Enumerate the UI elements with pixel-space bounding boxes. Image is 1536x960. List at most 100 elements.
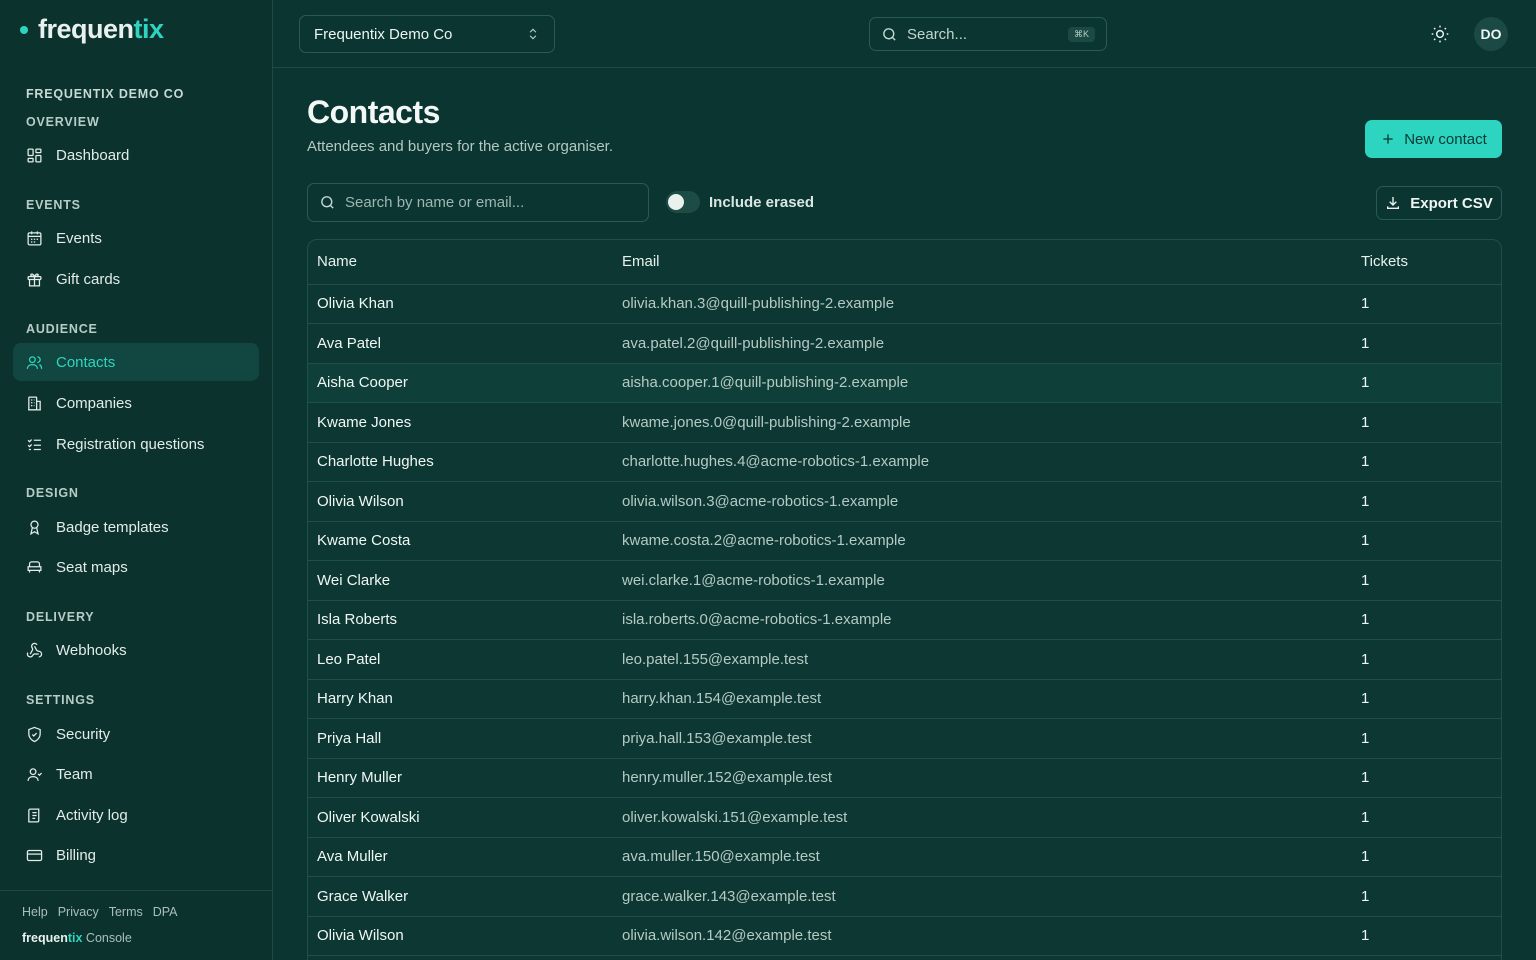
table-row[interactable]: Ava Muller ava.muller.150@example.test 1 — [308, 837, 1501, 877]
org-select-value: Frequentix Demo Co — [314, 25, 453, 43]
sidebar-item-dashboard[interactable]: Dashboard — [13, 136, 259, 174]
table-row[interactable]: Priya Hall priya.hall.153@example.test 1 — [308, 719, 1501, 758]
include-erased-toggle-group: Include erased — [666, 191, 814, 213]
table-row[interactable]: Aisha Cooper aisha.cooper.1@quill-publish… — [308, 363, 1501, 403]
email-cell: olivia.wilson.142@example.test — [622, 927, 832, 945]
table-row[interactable]: Kwame Costa kwame.costa.2@acme-robotics-1… — [308, 521, 1501, 561]
table-row[interactable]: Ava Patel ava.patel.2@quill-publishing-2.… — [308, 324, 1501, 363]
email-cell: charlotte.hughes.4@acme-robotics-1.examp… — [622, 453, 930, 471]
email-cell: aisha.cooper.1@quill-publishing-2.exampl… — [622, 374, 909, 392]
page-title: Contacts — [307, 94, 440, 130]
sun-icon[interactable] — [1430, 24, 1450, 44]
nav-section-delivery: DELIVERY — [26, 610, 95, 624]
sidebar-item-security[interactable]: Security — [13, 715, 259, 753]
sidebar-item-team[interactable]: Team — [13, 755, 259, 793]
name-cell: Oliver Kowalski — [317, 808, 420, 826]
table-row[interactable]: Kwame Jones kwame.jones.0@quill-publishin… — [308, 403, 1501, 442]
sidebar-item-registration-questions[interactable]: Registration questions — [13, 425, 259, 463]
app-logo[interactable]: frequentix — [20, 14, 164, 45]
email-cell: isla.roberts.0@acme-robotics-1.example — [622, 611, 892, 629]
table-row[interactable]: Olivia Wilson olivia.wilson.3@acme-roboti… — [308, 482, 1501, 521]
email-cell: olivia.wilson.3@acme-robotics-1.example — [622, 492, 899, 510]
logo-text: frequentix — [38, 14, 164, 44]
table-row[interactable]: Wei Clarke wei.clarke.1@acme-robotics-1.e… — [308, 561, 1501, 600]
privacy-link[interactable]: Privacy — [58, 905, 99, 919]
sidebar-item-label: Contacts — [56, 353, 116, 371]
table-row[interactable]: Leo Patel leo.patel.155@example.test 1 — [308, 640, 1501, 679]
page-subtitle: Attendees and buyers for the active orga… — [307, 138, 614, 155]
email-cell: kwame.costa.2@acme-robotics-1.example — [622, 532, 906, 550]
table-row[interactable]: Henry Muller henry.muller.152@example.tes… — [308, 758, 1501, 798]
table-row[interactable]: Grace Walker grace.walker.143@example.tes… — [308, 877, 1501, 916]
sidebar-item-label: Registration questions — [56, 435, 205, 453]
contact-search-input[interactable]: Search by name or email... — [307, 183, 649, 222]
new-contact-label: New contact — [1404, 130, 1487, 148]
seat-icon — [27, 560, 42, 572]
table-row[interactable]: Charlotte Hughes charlotte.hughes.4@acme-… — [308, 442, 1501, 482]
email-cell: kwame.jones.0@quill-publishing-2.example — [622, 413, 911, 431]
table-row[interactable]: Olivia Wilson olivia.wilson.142@example.t… — [308, 916, 1501, 956]
sidebar-item-label: Badge templates — [56, 518, 169, 536]
badge-icon — [30, 519, 39, 535]
global-search[interactable]: Search... ⌘K — [869, 17, 1107, 51]
avatar[interactable]: DO — [1474, 17, 1508, 51]
sidebar-item-label: Webhooks — [56, 641, 127, 659]
org-select[interactable]: Frequentix Demo Co — [299, 15, 555, 53]
tickets-cell: 1 — [1361, 927, 1370, 945]
column-header-tickets[interactable]: Tickets — [1352, 240, 1501, 285]
include-erased-toggle[interactable] — [666, 191, 700, 213]
email-cell: grace.walker.143@example.test — [622, 887, 836, 905]
sidebar-item-webhooks[interactable]: Webhooks — [13, 631, 259, 669]
include-erased-label: Include erased — [709, 193, 815, 211]
terms-link[interactable]: Terms — [109, 905, 143, 919]
export-csv-label: Export CSV — [1410, 194, 1493, 212]
shield-icon — [28, 726, 41, 742]
dpa-link[interactable]: DPA — [153, 905, 178, 919]
download-icon — [1387, 197, 1400, 209]
name-cell: Isla Roberts — [317, 611, 398, 629]
sidebar-item-gift-cards[interactable]: Gift cards — [13, 260, 259, 298]
column-header-name[interactable]: Name — [308, 240, 613, 285]
sidebar-item-label: Activity log — [56, 806, 128, 824]
sidebar-item-seat-maps[interactable]: Seat maps — [13, 548, 259, 586]
column-header-email[interactable]: Email — [613, 240, 1352, 285]
new-contact-button[interactable]: New contact — [1365, 120, 1502, 158]
tickets-cell: 1 — [1361, 374, 1370, 392]
sidebar-item-events[interactable]: Events — [13, 219, 259, 257]
table-row[interactable]: Harry Khan harry.khan.154@example.test 1 — [308, 679, 1501, 719]
sidebar-item-companies[interactable]: Companies — [13, 384, 259, 422]
name-cell: Leo Patel — [317, 650, 381, 668]
tickets-cell: 1 — [1361, 808, 1370, 826]
user-icon — [27, 767, 43, 781]
name-cell: Grace Walker — [317, 887, 409, 905]
sidebar-item-activity-log[interactable]: Activity log — [13, 796, 259, 834]
sidebar-item-contacts[interactable]: Contacts — [13, 343, 259, 381]
email-cell: wei.clarke.1@acme-robotics-1.example — [622, 571, 885, 589]
sidebar-item-label: Gift cards — [56, 270, 121, 288]
sidebar-item-badge-templates[interactable]: Badge templates — [13, 508, 259, 546]
global-search-placeholder: Search... — [907, 25, 968, 43]
table-row[interactable]: Oliver Kowalski oliver.kowalski.151@examp… — [308, 798, 1501, 837]
table-row[interactable]: Isla Roberts isla.roberts.0@acme-robotics… — [308, 600, 1501, 640]
sidebar: frequentix FREQUENTIX DEMO CO OVERVIEW D… — [0, 0, 273, 960]
topbar: Frequentix Demo Co Search... ⌘K DO — [273, 0, 1536, 68]
toggle-knob — [668, 194, 684, 210]
table-header-row: Name Email Tickets — [308, 240, 1501, 285]
tickets-cell: 1 — [1361, 769, 1370, 787]
name-cell: Aisha Cooper — [317, 374, 408, 392]
sidebar-item-billing[interactable]: Billing — [13, 836, 259, 874]
email-cell: olivia.khan.3@quill-publishing-2.example — [622, 295, 895, 313]
sidebar-item-label: Seat maps — [56, 558, 128, 576]
org-name: FREQUENTIX DEMO CO — [26, 87, 185, 101]
tickets-cell: 1 — [1361, 492, 1370, 510]
plus-icon — [1383, 134, 1393, 144]
export-csv-button[interactable]: Export CSV — [1376, 186, 1502, 220]
email-cell: ava.muller.150@example.test — [622, 848, 820, 866]
table-row[interactable]: Olivia Khan olivia.khan.3@quill-publishin… — [308, 284, 1501, 324]
help-link[interactable]: Help — [22, 905, 48, 919]
contact-search-placeholder: Search by name or email... — [345, 194, 525, 211]
nav-section-overview: OVERVIEW — [26, 115, 100, 129]
shortcut-badge: ⌘K — [1067, 26, 1095, 42]
search-icon — [883, 27, 896, 41]
name-cell: Olivia Khan — [317, 295, 394, 313]
